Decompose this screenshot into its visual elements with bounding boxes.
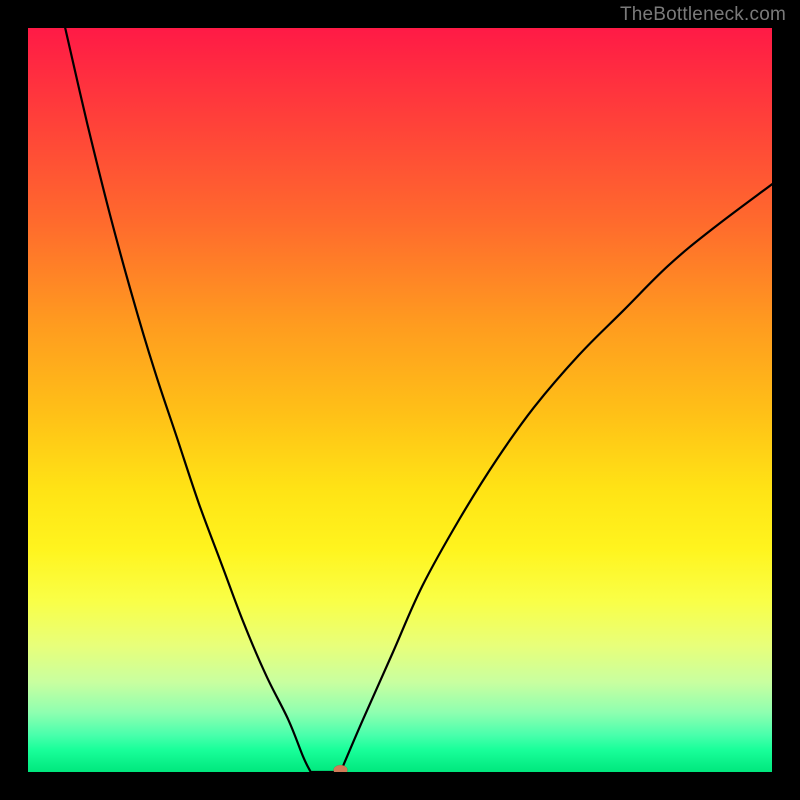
curve-right-branch: [341, 184, 773, 772]
plot-area: [28, 28, 772, 772]
curve-layer: [28, 28, 772, 772]
curve-left-branch: [65, 28, 311, 772]
attribution-label: TheBottleneck.com: [620, 4, 786, 26]
valley-marker: [334, 765, 348, 772]
chart-frame: TheBottleneck.com: [0, 0, 800, 800]
